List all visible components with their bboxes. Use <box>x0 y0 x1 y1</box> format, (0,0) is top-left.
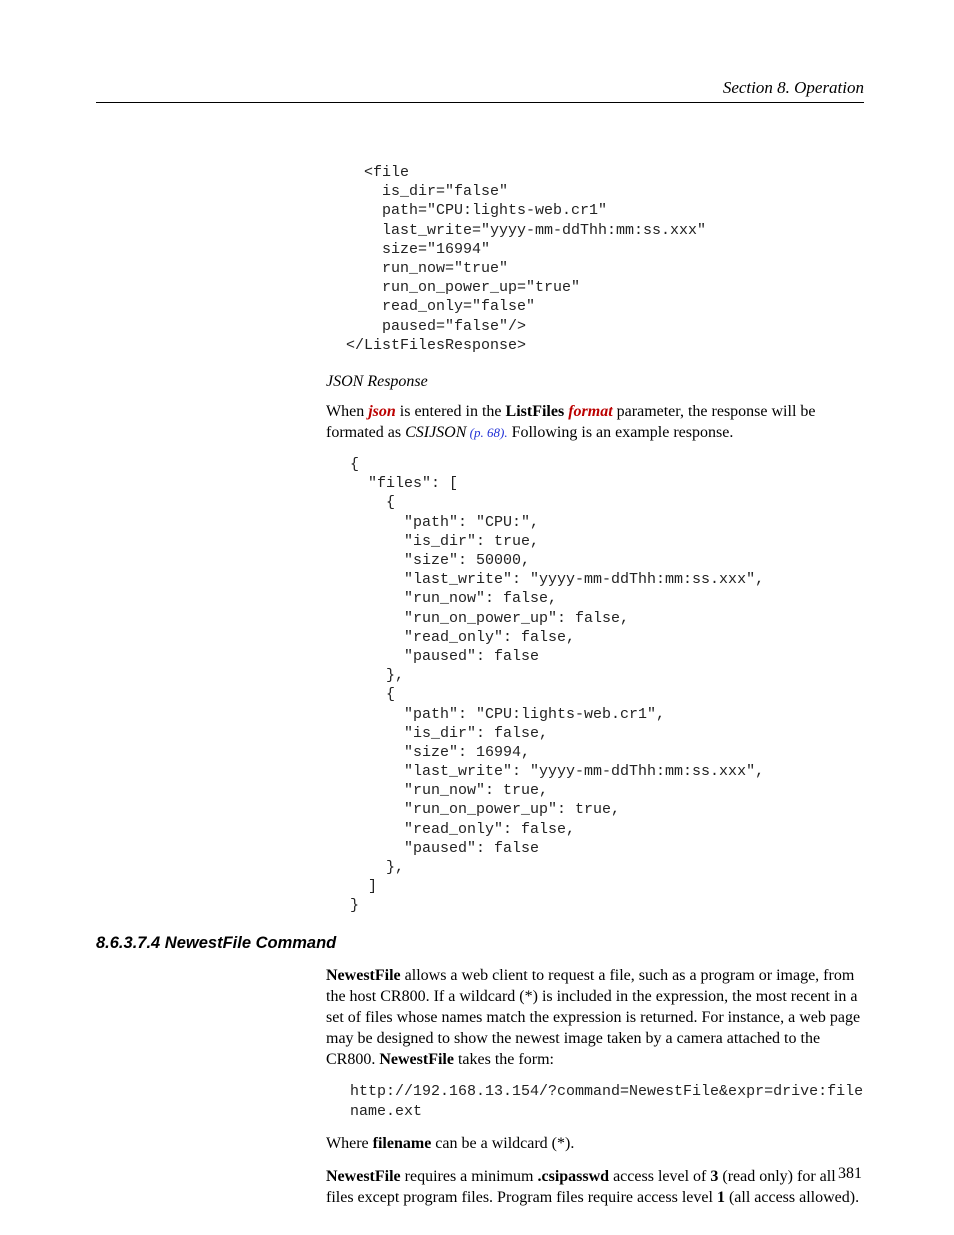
text: is entered in the <box>396 403 506 420</box>
text: requires a minimum <box>401 1168 538 1185</box>
text-italic-csijson: CSIJSON <box>405 424 466 441</box>
code-json-files: { "files": [ { "path": "CPU:", "is_dir":… <box>350 455 864 916</box>
text: (all access allowed). <box>725 1189 859 1206</box>
text-bold-newestfile2: NewestFile <box>379 1051 454 1068</box>
text-bold-csipasswd: .csipasswd <box>538 1168 610 1185</box>
paragraph-newestfile-desc: NewestFile allows a web client to reques… <box>326 965 864 1071</box>
page-number: 381 <box>838 1165 862 1183</box>
text: takes the form: <box>454 1051 554 1068</box>
text: Following is an example response. <box>508 424 734 441</box>
text-bold-json: json <box>368 403 396 420</box>
code-url-newestfile: http://192.168.13.154/?command=NewestFil… <box>350 1082 864 1121</box>
paragraph-access-level: NewestFile requires a minimum .csipasswd… <box>326 1166 864 1208</box>
text: access level of <box>609 1168 710 1185</box>
text: Where <box>326 1135 373 1152</box>
text: When <box>326 403 368 420</box>
code-xml-listfiles: <file is_dir="false" path="CPU:lights-we… <box>346 163 864 355</box>
paragraph-json-intro: When json is entered in the ListFiles fo… <box>326 401 864 443</box>
running-header: Section 8. Operation <box>96 78 864 103</box>
text-bold-filename: filename <box>373 1135 432 1152</box>
text-bold-format: format <box>568 403 612 420</box>
text-bold-newestfile3: NewestFile <box>326 1168 401 1185</box>
text: can be a wildcard (*). <box>431 1135 574 1152</box>
heading-newestfile-command: 8.6.3.7.4 NewestFile Command <box>96 934 864 953</box>
text-bold-1: 1 <box>717 1189 725 1206</box>
link-p68[interactable]: (p. 68). <box>466 425 507 440</box>
text-bold-newestfile: NewestFile <box>326 967 401 984</box>
paragraph-filename-wildcard: Where filename can be a wildcard (*). <box>326 1133 864 1154</box>
heading-json-response: JSON Response <box>326 373 864 391</box>
text-bold-listfiles: ListFiles <box>506 403 565 420</box>
